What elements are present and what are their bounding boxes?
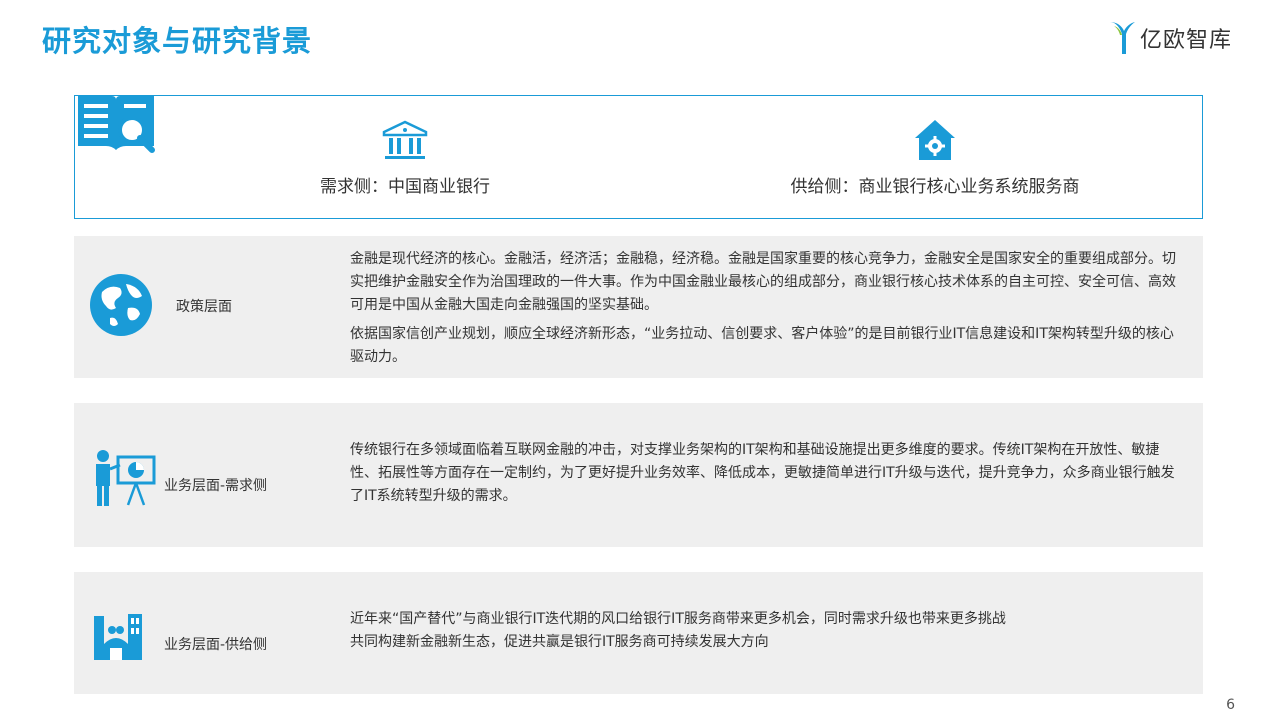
bank-icon bbox=[382, 120, 428, 159]
supply-side-label: 供给侧：商业银行核心业务系统服务商 bbox=[790, 177, 1080, 197]
policy-paragraph: 金融是现代经济的核心。金融活，经济活；金融稳，经济稳。金融是国家重要的核心竞争力… bbox=[350, 251, 1176, 313]
book-search-icon bbox=[76, 90, 156, 160]
logo: 亿欧智库 bbox=[1108, 18, 1232, 58]
page-title: 研究对象与研究背景 bbox=[42, 24, 313, 58]
business-supply-paragraph: 共同构建新金融新生态，促进共赢是银行IT服务商可持续发展大方向 bbox=[350, 634, 769, 650]
factory-icon bbox=[90, 610, 144, 666]
policy-label: 政策层面 bbox=[176, 299, 232, 315]
business-demand-label: 业务层面-需求侧 bbox=[164, 478, 268, 494]
demand-side-label: 需求侧：中国商业银行 bbox=[320, 177, 490, 197]
business-supply-panel: 业务层面-供给侧 近年来“国产替代”与商业银行IT迭代期的风口给银行IT服务商带… bbox=[74, 572, 1203, 694]
logo-mark-icon bbox=[1110, 22, 1135, 54]
logo-text: 亿欧智库 bbox=[1140, 28, 1233, 53]
supply-side: 供给侧：商业银行核心业务系统服务商 bbox=[760, 118, 1110, 197]
presenter-chart-icon bbox=[92, 449, 156, 513]
policy-panel: 政策层面 金融是现代经济的核心。金融活，经济活；金融稳，经济稳。金融是国家重要的… bbox=[74, 236, 1203, 378]
policy-paragraph: 依据国家信创产业规划，顺应全球经济新形态，“业务拉动、信创要求、客户体验”的是目… bbox=[350, 326, 1174, 365]
business-demand-panel: 业务层面-需求侧 传统银行在多领域面临着互联网金融的冲击，对支撑业务架构的IT架… bbox=[74, 403, 1203, 547]
globe-icon bbox=[88, 272, 154, 342]
demand-side: 需求侧：中国商业银行 bbox=[300, 120, 510, 197]
business-demand-text: 传统银行在多领域面临着互联网金融的冲击，对支撑业务架构的IT架构和基础设施提出更… bbox=[350, 439, 1185, 514]
business-supply-paragraph: 近年来“国产替代”与商业银行IT迭代期的风口给银行IT服务商带来更多机会，同时需… bbox=[350, 611, 1006, 627]
business-supply-label: 业务层面-供给侧 bbox=[164, 637, 268, 653]
house-gear-icon bbox=[915, 120, 955, 160]
business-supply-text: 近年来“国产替代”与商业银行IT迭代期的风口给银行IT服务商带来更多机会，同时需… bbox=[350, 608, 1185, 654]
business-demand-paragraph: 传统银行在多领域面临着互联网金融的冲击，对支撑业务架构的IT架构和基础设施提出更… bbox=[350, 442, 1175, 504]
policy-text: 金融是现代经济的核心。金融活，经济活；金融稳，经济稳。金融是国家重要的核心竞争力… bbox=[350, 248, 1185, 375]
page-number: 6 bbox=[1226, 697, 1235, 713]
